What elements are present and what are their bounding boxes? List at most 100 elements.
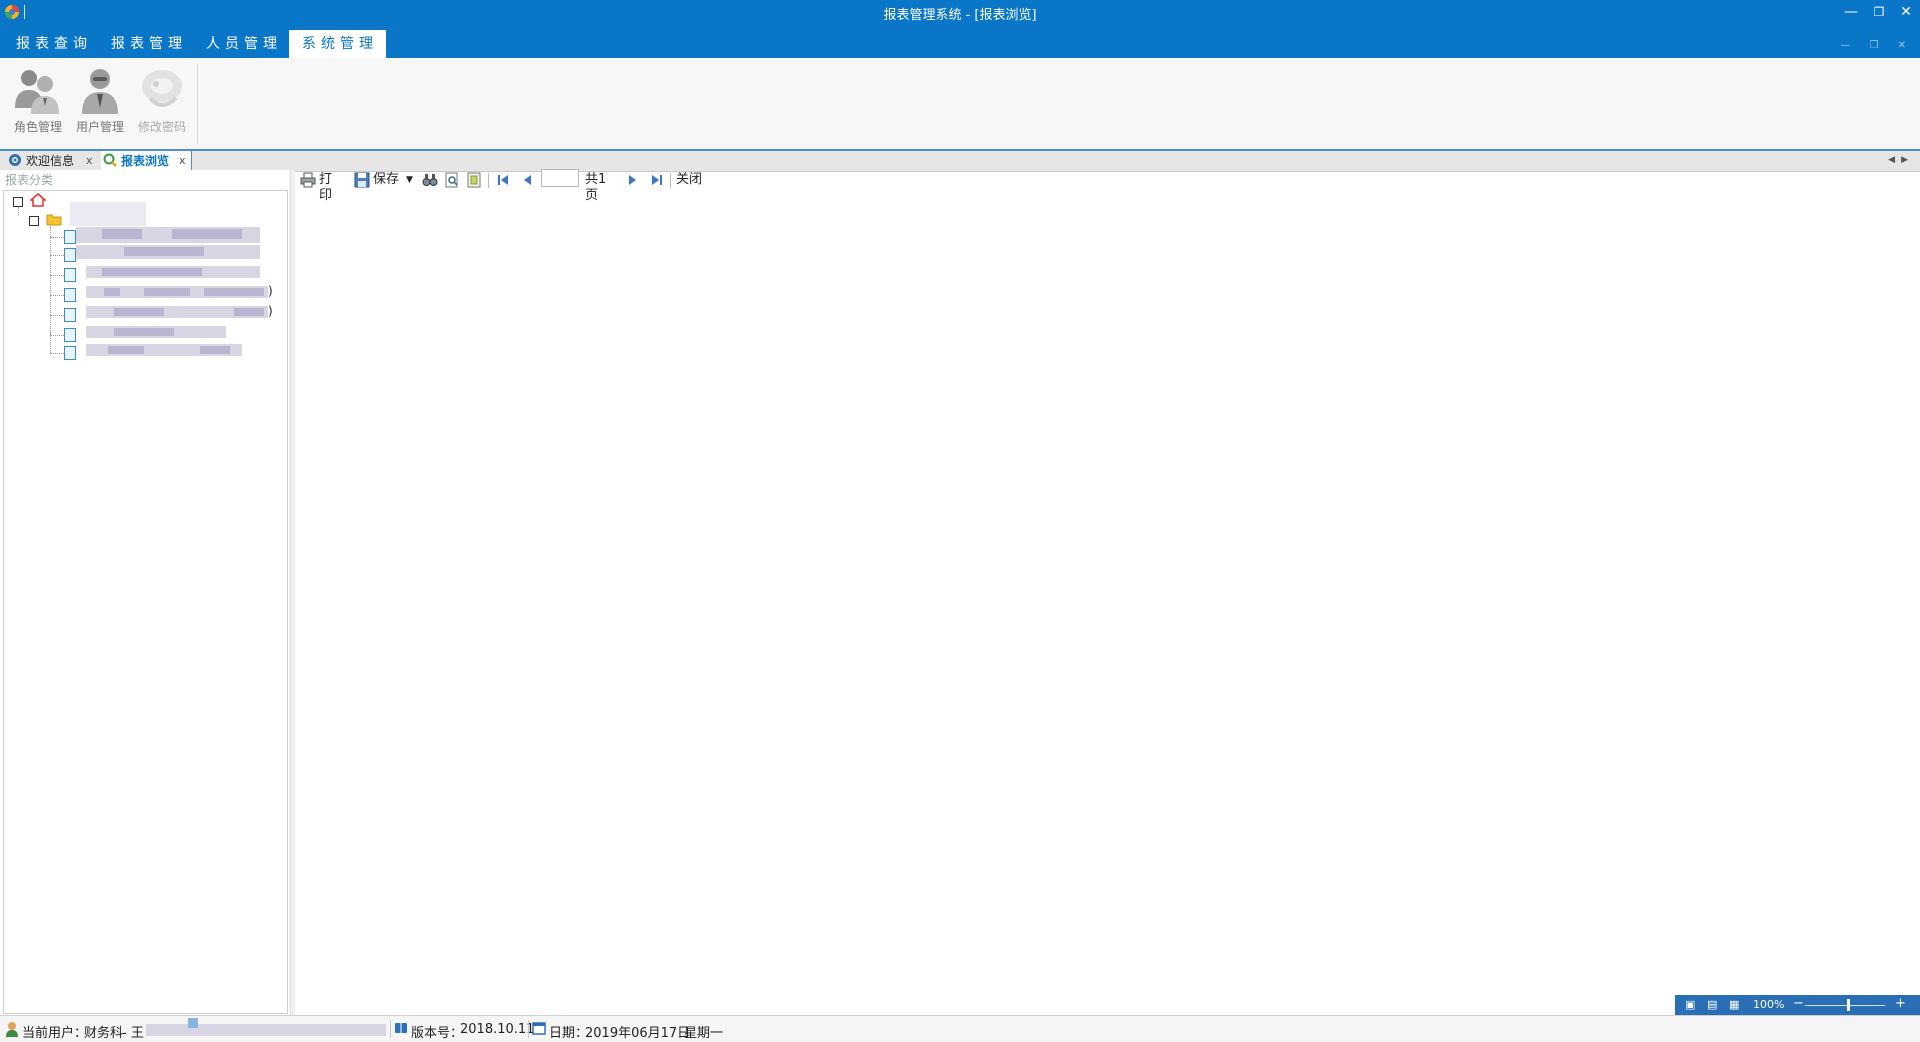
tab-scroll-arrows[interactable]: ◀▶ xyxy=(1888,155,1914,165)
page-setup-button[interactable] xyxy=(466,172,482,188)
role-users-icon xyxy=(15,70,59,114)
page-number-input[interactable] xyxy=(541,169,579,187)
ribbon-panel: 角色管理 用户管理 修改密码 xyxy=(0,58,1920,150)
version-label: 版本号： xyxy=(411,1026,464,1041)
zoom-button[interactable] xyxy=(444,172,460,188)
change-password-icon xyxy=(142,70,182,107)
doc-tab-welcome-label: 欢迎信息 xyxy=(26,154,75,168)
doc-tab-report-browse-close[interactable]: x xyxy=(179,151,186,171)
report-browse-icon xyxy=(103,153,117,167)
version-number: 2018.10.11 xyxy=(460,1022,535,1037)
status-bar: 当前用户： 财务科 - 王 版本号： 2018.10.11 日期： 2019年0… xyxy=(0,1015,1920,1042)
date-value: 2019年06月17日 xyxy=(585,1026,691,1041)
tree-folder-label[interactable] xyxy=(70,202,146,226)
report-tree[interactable]: ) ) xyxy=(3,190,288,1014)
zoom-slider-thumb[interactable] xyxy=(1847,999,1850,1011)
zoom-level: 100% xyxy=(1753,998,1785,1011)
report-doc-icon xyxy=(64,308,76,322)
panel-splitter[interactable] xyxy=(290,170,295,1015)
report-doc-icon xyxy=(64,288,76,302)
chevron-down-icon: ▼ xyxy=(406,175,413,185)
first-page-icon xyxy=(498,175,508,185)
report-doc-icon xyxy=(64,346,76,360)
report-doc-icon xyxy=(64,268,76,282)
minimize-button[interactable]: — xyxy=(1840,2,1862,22)
save-label: 保存 xyxy=(373,172,400,187)
doc-tab-welcome-close[interactable]: x xyxy=(86,151,93,171)
mdi-window-controls[interactable]: — ❐ ✕ xyxy=(1840,40,1914,51)
tab-staff-management[interactable]: 人员管理 xyxy=(196,30,287,58)
single-page-icon[interactable]: ▤ xyxy=(1707,998,1717,1011)
total-pages: 共1页 xyxy=(585,172,607,203)
role-management-button[interactable]: 角色管理 xyxy=(8,60,68,142)
current-user-department: 财务科 xyxy=(84,1026,124,1041)
doc-tab-report-browse[interactable]: 报表浏览 x xyxy=(101,151,192,171)
magnifier-page-icon xyxy=(445,172,458,188)
user-management-label: 用户管理 xyxy=(75,120,124,134)
folder-icon xyxy=(46,214,62,226)
current-user-label: 当前用户： xyxy=(22,1026,88,1041)
close-icon: ✕ xyxy=(1900,4,1912,20)
ribbon-tab-bar: 报表查询 报表管理 人员管理 系统管理 — ❐ ✕ xyxy=(0,28,1920,58)
report-doc-icon xyxy=(64,328,76,342)
panel-title: 报表分类 xyxy=(5,173,54,187)
tree-item-suffix: ) xyxy=(268,284,273,298)
ribbon-group-separator xyxy=(197,64,198,144)
tree-root-expander[interactable] xyxy=(13,197,23,207)
print-label: 打印 xyxy=(319,172,333,203)
next-page-icon xyxy=(629,175,636,185)
tree-line xyxy=(50,227,51,333)
first-page-button[interactable] xyxy=(496,172,510,188)
zoom-bar: ▣ ▤ ▦ 100% − + xyxy=(1675,995,1920,1015)
current-user-name-redacted xyxy=(146,1024,386,1036)
role-management-label: 角色管理 xyxy=(13,120,62,134)
date-label: 日期： xyxy=(549,1026,589,1041)
tree-line xyxy=(18,207,19,215)
tab-system-management[interactable]: 系统管理 xyxy=(289,30,386,58)
next-page-button[interactable] xyxy=(626,172,640,188)
close-button[interactable]: ✕ xyxy=(1895,2,1917,22)
current-user-name-prefix: - 王 xyxy=(122,1026,144,1041)
report-toolbar: 打印 保存 ▼ 共1页 关闭 xyxy=(296,170,1920,203)
binoculars-icon xyxy=(422,174,438,186)
home-icon xyxy=(30,193,46,207)
previous-page-button[interactable] xyxy=(520,172,534,188)
save-dropdown-button[interactable]: ▼ xyxy=(406,172,416,188)
previous-page-icon xyxy=(524,175,531,185)
report-doc-icon xyxy=(64,248,76,262)
doc-tab-report-browse-label: 报表浏览 xyxy=(121,154,170,168)
multi-page-icon[interactable]: ▦ xyxy=(1729,998,1739,1011)
tab-report-management[interactable]: 报表管理 xyxy=(101,30,192,58)
last-page-button[interactable] xyxy=(650,172,664,188)
report-category-panel: 报表分类 )) xyxy=(0,170,290,1015)
version-book-icon xyxy=(395,1023,407,1033)
zoom-slider-track[interactable] xyxy=(1805,1005,1885,1006)
print-button[interactable]: 打印 xyxy=(300,172,344,203)
title-bar: 报表管理系统 - [报表浏览] — ❐ ✕ xyxy=(0,0,1920,28)
change-password-label: 修改密码 xyxy=(137,120,186,134)
weekday-value: 星期一 xyxy=(684,1026,724,1041)
close-report-button[interactable]: 关闭 xyxy=(676,172,706,188)
window-title: 报表管理系统 - [报表浏览] xyxy=(883,8,1037,23)
fit-page-icon[interactable]: ▣ xyxy=(1685,998,1695,1011)
doc-tab-welcome[interactable]: 欢迎信息 x xyxy=(6,151,98,171)
tree-item-suffix: ) xyxy=(268,304,273,318)
last-page-icon xyxy=(652,175,662,185)
welcome-icon xyxy=(9,154,21,166)
calendar-icon xyxy=(532,1022,546,1035)
tab-report-query[interactable]: 报表查询 xyxy=(6,30,97,58)
user-management-button[interactable]: 用户管理 xyxy=(70,60,130,142)
report-doc-icon xyxy=(64,230,76,244)
save-button[interactable]: 保存 xyxy=(354,172,406,188)
tree-folder-expander[interactable] xyxy=(29,216,39,226)
zoom-out-button[interactable]: − xyxy=(1793,996,1804,1011)
minimize-icon: — xyxy=(1844,4,1858,20)
printer-icon xyxy=(300,172,316,188)
change-password-button[interactable]: 修改密码 xyxy=(132,60,192,142)
user-icon xyxy=(82,69,118,114)
find-button[interactable] xyxy=(422,172,438,188)
zoom-in-button[interactable]: + xyxy=(1895,996,1906,1011)
restore-button[interactable]: ❐ xyxy=(1868,2,1890,22)
floppy-disk-icon xyxy=(354,172,370,188)
restore-icon: ❐ xyxy=(1873,5,1885,19)
